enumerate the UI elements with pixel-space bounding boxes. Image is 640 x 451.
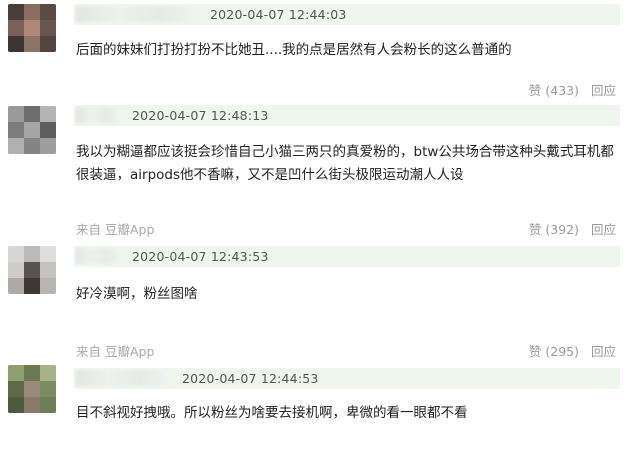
reply-button[interactable]: 回应 bbox=[591, 222, 616, 237]
avatar-blur-block bbox=[40, 36, 56, 52]
avatar-blur-block bbox=[40, 20, 56, 36]
avatar-blur-block bbox=[40, 106, 56, 122]
avatar-blur-block bbox=[8, 122, 24, 138]
comment-meta-bar: 2020-04-07 12:48:13 bbox=[74, 105, 620, 126]
avatar[interactable] bbox=[8, 246, 56, 294]
reply-button[interactable]: 回应 bbox=[591, 83, 616, 98]
avatar-blur-block bbox=[40, 278, 56, 294]
like-button[interactable]: 赞 (295) bbox=[529, 344, 579, 359]
avatar-blur-block bbox=[24, 138, 40, 154]
avatar-blur-block bbox=[8, 381, 24, 397]
comment-timestamp: 2020-04-07 12:48:13 bbox=[132, 108, 269, 123]
username-blurred[interactable] bbox=[76, 248, 120, 264]
comment-meta-bar: 2020-04-07 12:44:53 bbox=[74, 368, 620, 389]
like-button[interactable]: 赞 (433) bbox=[529, 83, 579, 98]
avatar-blur-block bbox=[40, 365, 56, 381]
avatar-blur-block bbox=[24, 36, 40, 52]
comment-text: 目不斜视好拽哦。所以粉丝为啥要去接机啊，卑微的看一眼都不看 bbox=[76, 405, 468, 421]
reply-button[interactable]: 回应 bbox=[591, 344, 616, 359]
comment-timestamp: 2020-04-07 12:44:53 bbox=[182, 371, 319, 386]
avatar-blur-block bbox=[40, 138, 56, 154]
avatar-blur-block bbox=[8, 36, 24, 52]
avatar-blur-block bbox=[24, 365, 40, 381]
comment-footer: 来自 豆瓣App 赞 (392) 回应 bbox=[74, 217, 620, 237]
avatar[interactable] bbox=[8, 4, 56, 52]
comment-meta-bar: 2020-04-07 12:43:53 bbox=[74, 246, 620, 267]
avatar-blur-block bbox=[40, 397, 56, 413]
comment-timestamp: 2020-04-07 12:43:53 bbox=[132, 249, 269, 264]
comment-text: 后面的妹妹们打扮打扮不比她丑....我的点是居然有人会粉长的这么普通的 bbox=[76, 42, 512, 58]
avatar-blur-block bbox=[24, 20, 40, 36]
comment-item: 2020-04-07 12:43:53 好冷漠啊，粉丝图啥 来自 豆瓣App 赞… bbox=[0, 242, 640, 360]
comment-footer: 来自 豆瓣App 赞 (295) 回应 bbox=[74, 339, 620, 359]
avatar-blur-block bbox=[24, 106, 40, 122]
avatar-blur-block bbox=[40, 262, 56, 278]
avatar-blur-block bbox=[8, 365, 24, 381]
avatar[interactable] bbox=[8, 106, 56, 154]
avatar-blur-block bbox=[8, 246, 24, 262]
comment-actions: 赞 (295) 回应 bbox=[529, 341, 616, 360]
comment-source: 来自 豆瓣App bbox=[76, 344, 155, 359]
comment-item: 2020-04-07 12:48:13 我以为糊逼都应该挺会珍惜自己小猫三两只的… bbox=[0, 100, 640, 242]
avatar-blur-block bbox=[24, 397, 40, 413]
comment-item: 2020-04-07 12:44:03 后面的妹妹们打扮打扮不比她丑....我的… bbox=[0, 0, 640, 100]
avatar-blur-block bbox=[8, 20, 24, 36]
avatar-blur-block bbox=[24, 381, 40, 397]
comment-text: 好冷漠啊，粉丝图啥 bbox=[76, 286, 198, 302]
comment-source: 来自 豆瓣App bbox=[76, 222, 155, 237]
username-blurred[interactable] bbox=[76, 107, 120, 123]
comment-text: 我以为糊逼都应该挺会珍惜自己小猫三两只的真爱粉的，btw公共场合带这种头戴式耳机… bbox=[76, 144, 614, 183]
avatar-blur-block bbox=[24, 262, 40, 278]
avatar-blur-block bbox=[24, 246, 40, 262]
comment-timestamp: 2020-04-07 12:44:03 bbox=[210, 7, 347, 22]
comment-actions: 赞 (392) 回应 bbox=[529, 219, 616, 238]
comment-footer: 赞 (433) 回应 bbox=[74, 78, 620, 98]
comment-item: 2020-04-07 12:44:53 目不斜视好拽哦。所以粉丝为啥要去接机啊，… bbox=[0, 360, 640, 451]
avatar-blur-block bbox=[24, 278, 40, 294]
avatar-blur-block bbox=[8, 278, 24, 294]
avatar-blur-block bbox=[24, 4, 40, 20]
username-blurred[interactable] bbox=[76, 370, 168, 386]
avatar-blur-block bbox=[8, 397, 24, 413]
comment-meta-bar: 2020-04-07 12:44:03 bbox=[74, 4, 620, 25]
avatar-blur-block bbox=[8, 4, 24, 20]
avatar-blur-block bbox=[8, 262, 24, 278]
avatar-blur-block bbox=[24, 122, 40, 138]
avatar-blur-block bbox=[8, 106, 24, 122]
username-blurred[interactable] bbox=[76, 6, 196, 22]
avatar-blur-block bbox=[40, 381, 56, 397]
avatar-blur-block bbox=[8, 138, 24, 154]
comment-actions: 赞 (433) 回应 bbox=[529, 80, 616, 99]
avatar-blur-block bbox=[40, 246, 56, 262]
like-button[interactable]: 赞 (392) bbox=[529, 222, 579, 237]
avatar-blur-block bbox=[40, 4, 56, 20]
avatar-blur-block bbox=[40, 122, 56, 138]
avatar[interactable] bbox=[8, 365, 56, 413]
